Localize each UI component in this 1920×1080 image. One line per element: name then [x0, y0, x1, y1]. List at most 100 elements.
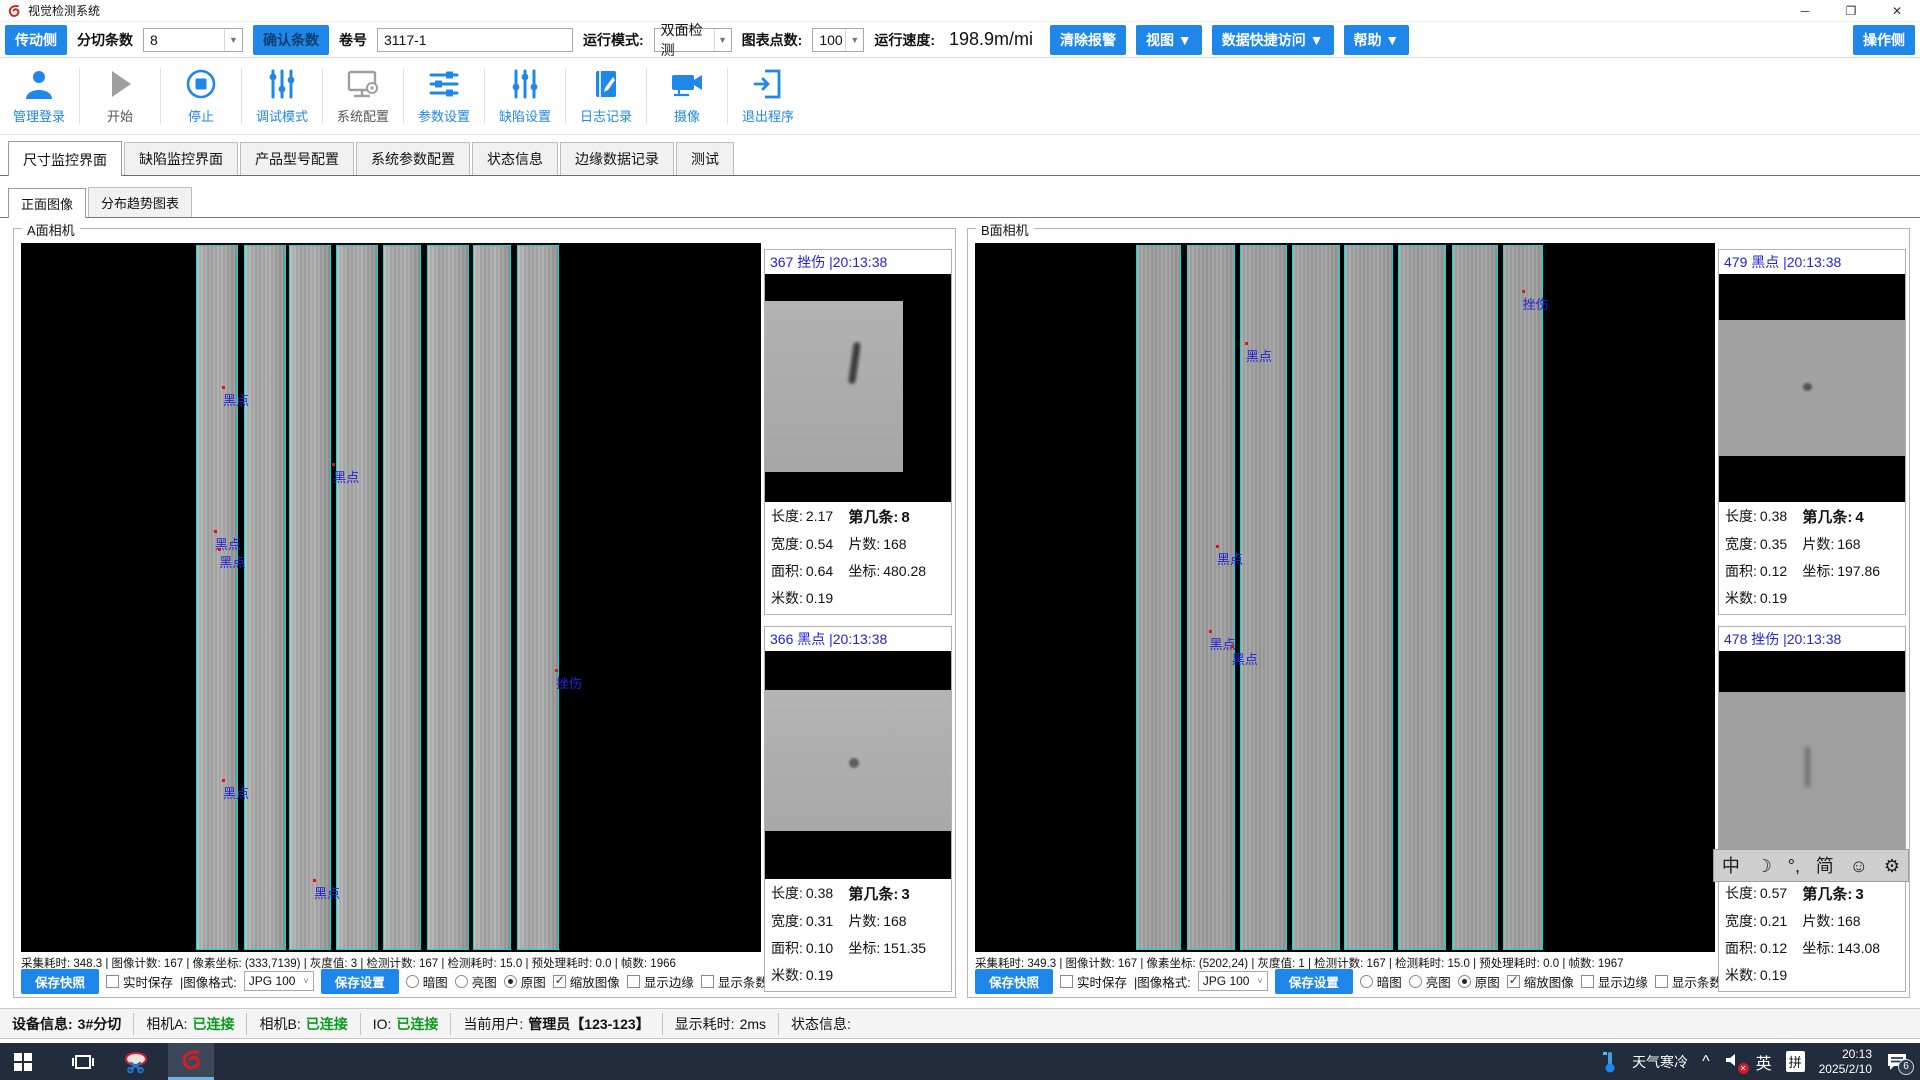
confirm-count-button[interactable]: 确认条数: [253, 25, 329, 55]
save-settings-button[interactable]: 保存设置: [321, 969, 399, 994]
operator-side-button[interactable]: 操作侧: [1853, 25, 1915, 55]
vision-app-taskbar-button[interactable]: [168, 1043, 214, 1080]
simplified-mode[interactable]: 简: [1816, 857, 1834, 875]
camera-b-controls: 保存快照 实时保存 |图像格式: JPG 100˅ 保存设置 暗图 亮图 原图 …: [975, 969, 1715, 993]
windows-taskbar: 天气寒冷 ^ ✕ 英 拼 20:13 2025/2/10 6: [0, 1043, 1920, 1080]
zoom-image-checkbox[interactable]: 缩放图像: [1507, 972, 1574, 991]
show-edge-checkbox[interactable]: 显示边缘: [1581, 972, 1648, 991]
defect-card[interactable]: 479 黑点 |20:13:38 长度:0.38 第几条:4 宽度:0.35 片…: [1718, 249, 1906, 615]
close-button[interactable]: ✕: [1874, 0, 1920, 21]
roll-number-input[interactable]: 3117-1: [377, 28, 573, 52]
radio-selected-icon: [1458, 975, 1471, 988]
defect-label: 黑点: [333, 467, 359, 486]
status-info: 状态信息:: [779, 1013, 868, 1035]
chart-points-select[interactable]: 100 ▼: [812, 28, 864, 52]
weather-text[interactable]: 天气寒冷: [1632, 1052, 1688, 1072]
mute-x-icon: ✕: [1738, 1063, 1749, 1074]
emoji-icon[interactable]: ☺: [1850, 857, 1868, 875]
film-strip: [1292, 245, 1339, 950]
divider: [646, 68, 647, 124]
original-image-radio[interactable]: 原图: [504, 972, 546, 991]
ime-chinese-mode[interactable]: 中: [1722, 857, 1740, 875]
divider: [322, 68, 323, 124]
minimize-button[interactable]: ─: [1782, 0, 1828, 21]
defect-card[interactable]: 478 挫伤 |20:13:38 长度:0.57 第几条:3 宽度:0.21 片…: [1718, 626, 1906, 992]
log-record-button[interactable]: 日志记录: [571, 67, 641, 125]
clear-alarm-button[interactable]: 清除报警: [1050, 25, 1126, 55]
notification-center-button[interactable]: 6: [1886, 1052, 1910, 1072]
save-settings-button[interactable]: 保存设置: [1275, 969, 1353, 994]
bright-image-radio[interactable]: 亮图: [455, 972, 497, 991]
film-strip: [336, 245, 377, 950]
tab-system-params[interactable]: 系统参数配置: [356, 142, 470, 175]
system-config-button[interactable]: 系统配置: [328, 67, 398, 125]
speed-label: 运行速度:: [874, 30, 935, 50]
taskbar-clock[interactable]: 20:13 2025/2/10: [1819, 1047, 1872, 1077]
moon-icon[interactable]: ☽: [1756, 857, 1772, 875]
ime-pinyin-button[interactable]: 拼: [1786, 1051, 1805, 1072]
start-button[interactable]: 开始: [85, 67, 155, 125]
param-settings-button[interactable]: 参数设置: [409, 67, 479, 125]
zoom-image-checkbox[interactable]: 缩放图像: [553, 972, 620, 991]
realtime-save-checkbox[interactable]: 实时保存: [106, 972, 173, 991]
tab-edge-data[interactable]: 边缘数据记录: [560, 142, 674, 175]
show-strips-checkbox[interactable]: 显示条数: [1655, 972, 1722, 991]
tab-status-info[interactable]: 状态信息: [472, 142, 558, 175]
checkbox-icon: [1060, 975, 1073, 988]
slit-count-label: 分切条数: [77, 30, 133, 50]
drive-side-button[interactable]: 传动侧: [5, 25, 67, 55]
radio-icon: [1360, 975, 1373, 988]
divider: [160, 68, 161, 124]
tab-trend-chart[interactable]: 分布趋势图表: [88, 187, 192, 217]
camera-image-a: 黑点黑点黑点黑点挫伤黑点黑点: [21, 243, 761, 952]
show-edge-checkbox[interactable]: 显示边缘: [627, 972, 694, 991]
divider: [403, 68, 404, 124]
ime-toolbar[interactable]: 中 ☽ °, 简 ☺ ⚙: [1713, 849, 1909, 882]
checkbox-icon: [106, 975, 119, 988]
debug-mode-button[interactable]: 调试模式: [247, 67, 317, 125]
admin-login-button[interactable]: 管理登录: [4, 67, 74, 125]
camera-button[interactable]: 摄像: [652, 67, 722, 125]
camera-a-controls: 保存快照 实时保存 |图像格式: JPG 100˅ 保存设置 暗图 亮图 原图 …: [21, 969, 761, 993]
data-quick-access-button[interactable]: 数据快捷访问 ▼: [1212, 25, 1334, 55]
realtime-save-checkbox[interactable]: 实时保存: [1060, 972, 1127, 991]
task-view-button[interactable]: [60, 1043, 106, 1080]
bright-image-radio[interactable]: 亮图: [1409, 972, 1451, 991]
film-strip: [1136, 245, 1181, 950]
exit-program-button[interactable]: 退出程序: [733, 67, 803, 125]
snipping-tool-button[interactable]: [114, 1043, 160, 1080]
original-image-radio[interactable]: 原图: [1458, 972, 1500, 991]
gear-icon[interactable]: ⚙: [1884, 857, 1900, 875]
slit-count-select[interactable]: 8 ▼: [143, 28, 243, 52]
tab-size-monitor[interactable]: 尺寸监控界面: [8, 141, 122, 176]
tab-defect-monitor[interactable]: 缺陷监控界面: [124, 142, 238, 175]
snipping-tool-icon: [124, 1049, 150, 1075]
divider: [565, 68, 566, 124]
help-menu-button[interactable]: 帮助 ▼: [1344, 25, 1410, 55]
save-snapshot-button[interactable]: 保存快照: [21, 969, 99, 994]
save-snapshot-button[interactable]: 保存快照: [975, 969, 1053, 994]
stop-button[interactable]: 停止: [166, 67, 236, 125]
icon-toolbar: 管理登录 开始 停止 调试模式 系统配置 参数设置: [0, 58, 1920, 135]
start-button[interactable]: [0, 1043, 46, 1080]
tab-test[interactable]: 测试: [676, 142, 734, 175]
defect-card[interactable]: 367 挫伤 |20:13:38 长度:2.17 第几条:8 宽度:0.54 片…: [764, 249, 952, 615]
defect-card[interactable]: 366 黑点 |20:13:38 长度:0.38 第几条:3 宽度:0.31 片…: [764, 626, 952, 992]
tab-product-model[interactable]: 产品型号配置: [240, 142, 354, 175]
view-menu-button[interactable]: 视图 ▼: [1136, 25, 1202, 55]
image-format-select[interactable]: JPG 100˅: [244, 971, 314, 991]
dark-image-radio[interactable]: 暗图: [1360, 972, 1402, 991]
main-tab-bar: 尺寸监控界面 缺陷监控界面 产品型号配置 系统参数配置 状态信息 边缘数据记录 …: [0, 142, 1920, 176]
run-mode-select[interactable]: 双面检测 ▼: [654, 28, 732, 52]
defect-settings-button[interactable]: 缺陷设置: [490, 67, 560, 125]
volume-muted-button[interactable]: ✕: [1724, 1052, 1742, 1071]
punctuation-icon[interactable]: °,: [1788, 857, 1800, 875]
tab-front-image[interactable]: 正面图像: [8, 188, 86, 218]
dark-image-radio[interactable]: 暗图: [406, 972, 448, 991]
radio-icon: [406, 975, 419, 988]
hidden-icons-chevron[interactable]: ^: [1702, 1053, 1710, 1071]
image-format-select[interactable]: JPG 100˅: [1198, 971, 1268, 991]
maximize-button[interactable]: ❐: [1828, 0, 1874, 21]
show-strips-checkbox[interactable]: 显示条数: [701, 972, 768, 991]
ime-language-button[interactable]: 英: [1756, 1050, 1772, 1074]
